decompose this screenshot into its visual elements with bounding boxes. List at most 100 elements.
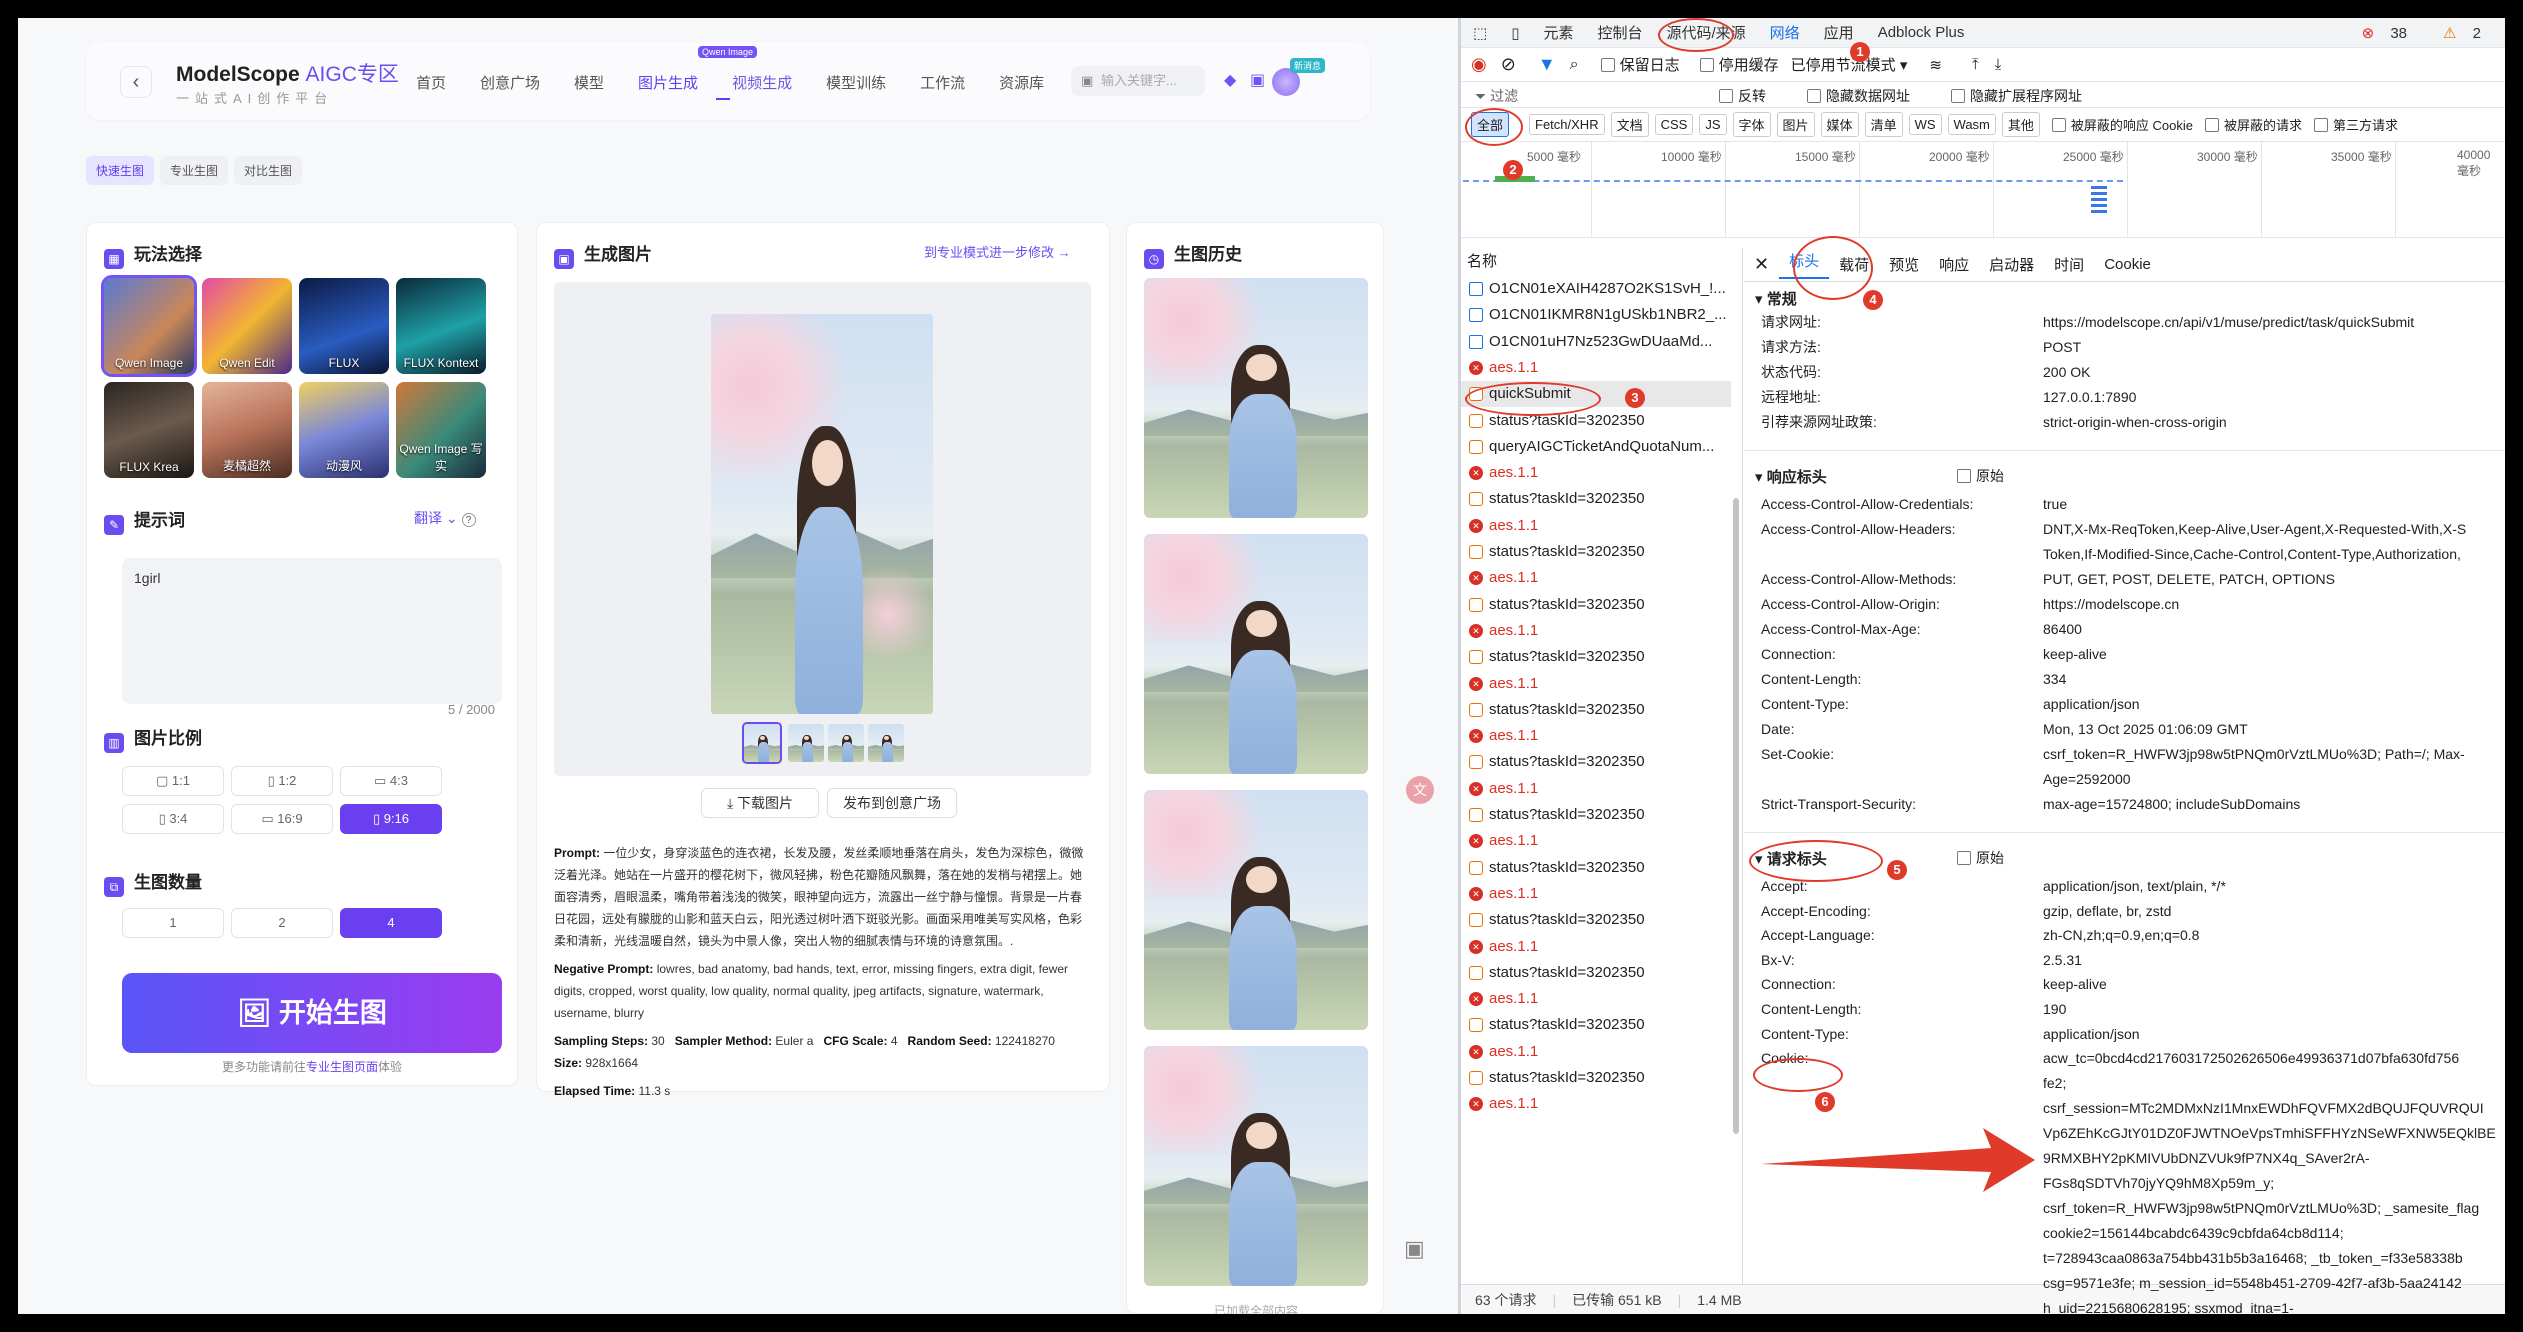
- search-icon[interactable]: ⌕: [1570, 56, 1579, 74]
- ratio-1-1[interactable]: ▢ 1:1: [122, 766, 224, 796]
- tab-compare[interactable]: 对比生图: [234, 156, 303, 185]
- ratio-3-4[interactable]: ▯ 3:4: [122, 804, 224, 834]
- message-icon[interactable]: ▣: [1250, 70, 1265, 90]
- request-row[interactable]: ✕ aes.1.1: [1461, 723, 1731, 749]
- request-row[interactable]: status?taskId=3202350: [1461, 802, 1731, 828]
- clear-icon[interactable]: ⊘: [1501, 54, 1516, 75]
- download-har-icon[interactable]: ⤓: [1995, 56, 2002, 73]
- style-flux[interactable]: FLUX: [299, 278, 389, 374]
- throttle-select[interactable]: 已停用节流模式 ▾: [1791, 54, 1908, 75]
- tab-response[interactable]: 响应: [1929, 254, 1979, 275]
- blocked-request-checkbox[interactable]: 被屏蔽的请求: [2205, 115, 2302, 134]
- request-row[interactable]: status?taskId=3202350: [1461, 539, 1731, 565]
- tip-link[interactable]: 专业生图页面: [306, 1060, 378, 1074]
- tab-elements[interactable]: 元素: [1531, 22, 1585, 43]
- nav-training[interactable]: 模型训练: [826, 72, 886, 93]
- image-search-icon[interactable]: ▣: [1081, 66, 1093, 96]
- count-2[interactable]: 2: [231, 908, 333, 938]
- response-raw-checkbox[interactable]: 原始: [1957, 466, 2004, 486]
- request-row[interactable]: ✕ aes.1.1: [1461, 565, 1731, 591]
- third-party-checkbox[interactable]: 第三方请求: [2314, 115, 2398, 134]
- tab-network[interactable]: 网络: [1758, 22, 1812, 43]
- request-row[interactable]: ✕ aes.1.1: [1461, 1091, 1731, 1117]
- hide-ext-url-checkbox[interactable]: 隐藏扩展程序网址: [1951, 86, 2082, 106]
- request-row[interactable]: O1CN01IKMR8N1gUSkb1NBR2_...: [1461, 302, 1731, 328]
- request-row[interactable]: ✕ aes.1.1: [1461, 828, 1731, 854]
- request-row[interactable]: ✕ aes.1.1: [1461, 513, 1731, 539]
- request-row[interactable]: ✕ aes.1.1: [1461, 881, 1731, 907]
- tab-preview[interactable]: 预览: [1879, 254, 1929, 275]
- name-column-header[interactable]: 名称: [1467, 248, 1497, 276]
- type-css[interactable]: CSS: [1654, 114, 1694, 135]
- style-qwen-image[interactable]: Qwen Image: [101, 275, 197, 377]
- request-row[interactable]: ✕ aes.1.1: [1461, 934, 1731, 960]
- tab-initiator[interactable]: 启动器: [1979, 254, 2044, 275]
- close-icon[interactable]: ✕: [1744, 254, 1779, 275]
- type-img[interactable]: 图片: [1776, 112, 1815, 137]
- prompt-textarea[interactable]: 1girl: [122, 558, 502, 704]
- nav-workflow[interactable]: 工作流: [920, 72, 965, 93]
- tab-cookies[interactable]: Cookie: [2094, 256, 2161, 273]
- history-image-3[interactable]: [1144, 790, 1368, 1030]
- request-row[interactable]: ✕ aes.1.1: [1461, 618, 1731, 644]
- invert-checkbox[interactable]: 反转: [1719, 86, 1766, 106]
- history-image-1[interactable]: [1144, 278, 1368, 518]
- tab-console[interactable]: 控制台: [1585, 22, 1654, 43]
- request-row[interactable]: status?taskId=3202350: [1461, 1012, 1731, 1038]
- ratio-4-3[interactable]: ▭ 4:3: [340, 766, 442, 796]
- record-icon[interactable]: ◉: [1471, 54, 1487, 75]
- thumbnail-4[interactable]: [868, 724, 904, 762]
- history-image-2[interactable]: [1144, 534, 1368, 774]
- style-anime[interactable]: 动漫风: [299, 382, 389, 478]
- request-row[interactable]: status?taskId=3202350: [1461, 592, 1731, 618]
- tab-application[interactable]: 应用: [1812, 22, 1866, 43]
- request-row[interactable]: status?taskId=3202350: [1461, 486, 1731, 512]
- ratio-1-2[interactable]: ▯ 1:2: [231, 766, 333, 796]
- scrollbar[interactable]: [1733, 498, 1739, 1134]
- filter-input[interactable]: ⏷ 过滤: [1475, 86, 1518, 106]
- request-row[interactable]: ✕ aes.1.1: [1461, 1039, 1731, 1065]
- ratio-9-16[interactable]: ▯ 9:16: [340, 804, 442, 834]
- type-other[interactable]: 其他: [2001, 112, 2040, 137]
- inspect-icon[interactable]: ⬚: [1461, 24, 1499, 42]
- request-row[interactable]: ✕ aes.1.1: [1461, 986, 1731, 1012]
- back-button[interactable]: ‹: [120, 66, 152, 98]
- pro-mode-link[interactable]: 到专业模式进一步修改 →: [924, 242, 1071, 261]
- style-flux-krea[interactable]: FLUX Krea: [104, 382, 194, 478]
- thumbnail-1[interactable]: [742, 722, 782, 764]
- type-wasm[interactable]: Wasm: [1947, 114, 1996, 135]
- type-font[interactable]: 字体: [1732, 112, 1771, 137]
- upload-icon[interactable]: ⤒: [1972, 56, 1979, 73]
- type-doc[interactable]: 文档: [1610, 112, 1649, 137]
- request-row[interactable]: status?taskId=3202350: [1461, 907, 1731, 933]
- nav-square[interactable]: 创意广场: [480, 72, 540, 93]
- hide-data-url-checkbox[interactable]: 隐藏数据网址: [1807, 86, 1910, 106]
- type-fetch[interactable]: Fetch/XHR: [1529, 114, 1605, 135]
- ratio-16-9[interactable]: ▭ 16:9: [231, 804, 333, 834]
- request-row[interactable]: status?taskId=3202350: [1461, 749, 1731, 775]
- publish-button[interactable]: 发布到创意广场: [827, 788, 957, 818]
- nav-image-gen[interactable]: 图片生成: [638, 72, 698, 93]
- request-row[interactable]: status?taskId=3202350: [1461, 697, 1731, 723]
- style-qwen-edit[interactable]: Qwen Edit: [202, 278, 292, 374]
- search-input[interactable]: ▣ 输入关键字...: [1071, 66, 1205, 96]
- blocked-cookie-checkbox[interactable]: 被屏蔽的响应 Cookie: [2051, 115, 2193, 134]
- tab-timing[interactable]: 时间: [2044, 254, 2094, 275]
- help-icon[interactable]: ?: [461, 513, 476, 527]
- style-flux-kontext[interactable]: FLUX Kontext: [396, 278, 486, 374]
- general-section-toggle[interactable]: ▾ 常规: [1755, 288, 1797, 309]
- request-raw-checkbox[interactable]: 原始: [1957, 848, 2004, 868]
- request-row[interactable]: ✕ aes.1.1: [1461, 776, 1731, 802]
- request-row[interactable]: O1CN01uH7Nz523GwDUaaMd...: [1461, 329, 1731, 355]
- style-qwen-real[interactable]: Qwen Image 写实: [396, 382, 486, 478]
- nav-resources[interactable]: 资源库: [999, 72, 1044, 93]
- tab-pro[interactable]: 专业生图: [160, 156, 229, 185]
- device-icon[interactable]: ▯: [1499, 24, 1531, 42]
- type-media[interactable]: 媒体: [1820, 112, 1859, 137]
- disable-cache-checkbox[interactable]: 停用缓存: [1699, 54, 1779, 75]
- timeline-overview[interactable]: 5000 毫秒 10000 毫秒 15000 毫秒 20000 毫秒 25000…: [1461, 142, 2505, 238]
- error-count[interactable]: ⊗ 38: [2350, 24, 2431, 42]
- request-row[interactable]: ✕ aes.1.1: [1461, 355, 1731, 381]
- request-row[interactable]: status?taskId=3202350: [1461, 1065, 1731, 1091]
- translate-button[interactable]: 翻译 ⌄ ?: [414, 508, 476, 528]
